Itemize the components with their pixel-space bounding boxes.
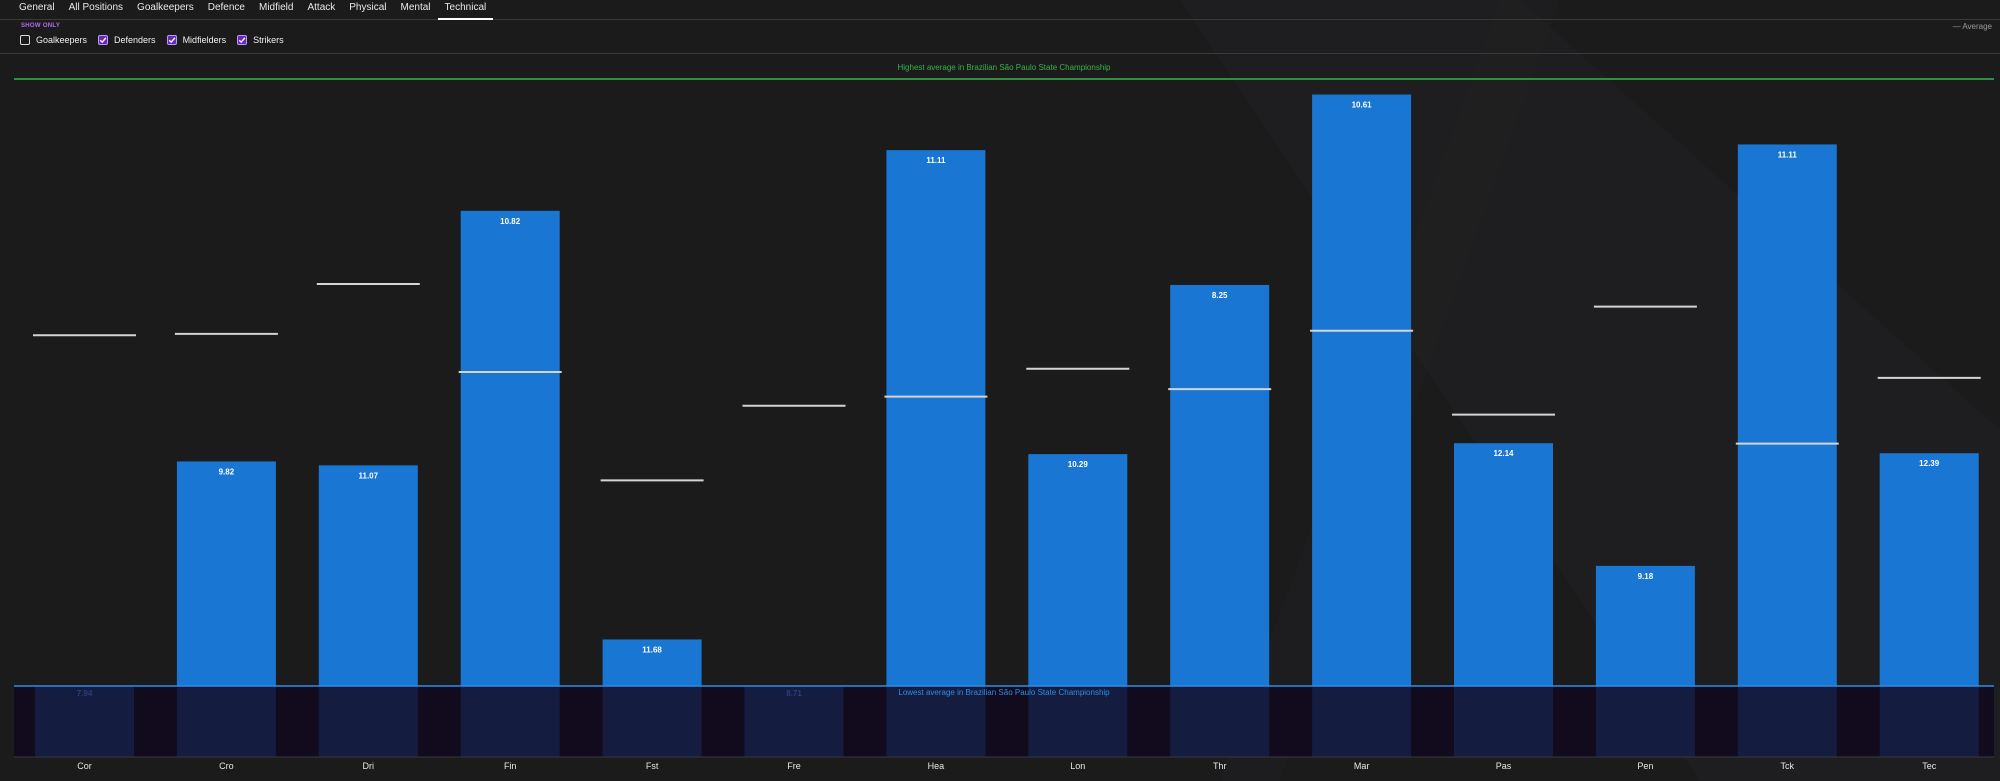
x-tick-label-cro: Cro	[219, 761, 234, 771]
bar-below-tec	[1879, 686, 1979, 757]
lowest-average-label: Lowest average in Brazilian São Paulo St…	[898, 688, 1110, 697]
highest-average-label: Highest average in Brazilian São Paulo S…	[897, 63, 1111, 72]
value-label-cor: 7.94	[77, 689, 93, 698]
x-tick-label-tec: Tec	[1922, 761, 1937, 771]
value-label-fin: 10.82	[500, 217, 521, 226]
value-label-pen: 9.18	[1638, 572, 1654, 581]
x-tick-label-fst: Fst	[646, 761, 659, 771]
bar-thr	[1170, 284, 1270, 686]
bar-fin	[460, 210, 560, 686]
value-label-thr: 8.25	[1212, 291, 1228, 300]
value-label-tec: 12.39	[1919, 459, 1940, 468]
bar-hea	[886, 150, 986, 687]
bar-below-tck	[1737, 686, 1837, 757]
bar-pas	[1454, 443, 1553, 686]
x-tick-label-pas: Pas	[1496, 761, 1512, 771]
bar-mar	[1312, 94, 1412, 687]
bar-below-pen	[1595, 686, 1695, 757]
x-tick-label-hea: Hea	[928, 761, 945, 771]
value-label-cro: 9.82	[219, 467, 235, 476]
value-label-mar: 10.61	[1352, 101, 1373, 110]
bar-below-pas	[1454, 686, 1553, 757]
bar-tec	[1879, 453, 1979, 686]
bar-below-dri	[318, 686, 418, 757]
x-tick-label-lon: Lon	[1070, 761, 1085, 771]
x-tick-label-dri: Dri	[363, 761, 375, 771]
x-tick-label-cor: Cor	[77, 761, 92, 771]
bar-below-mar	[1312, 686, 1412, 757]
value-label-hea: 11.11	[926, 156, 946, 165]
bar-below-fin	[460, 686, 560, 757]
x-tick-label-fin: Fin	[504, 761, 517, 771]
value-label-tck: 11.11	[1778, 150, 1798, 159]
value-label-fst: 11.68	[642, 645, 662, 654]
x-tick-label-tck: Tck	[1781, 761, 1795, 771]
bar-chart: 7.94 Cor 9.82 Cro 11.07 Dri 10.82 Fin 11.68 Fst 8.…	[14, 63, 1994, 771]
bar-below-fst	[602, 686, 702, 757]
value-label-pas: 12.14	[1493, 449, 1514, 458]
x-tick-label-thr: Thr	[1213, 761, 1227, 771]
bar-dri	[318, 465, 418, 686]
value-label-dri: 11.07	[359, 471, 379, 480]
bar-pen	[1595, 565, 1695, 686]
bar-below-thr	[1170, 686, 1270, 757]
x-tick-label-mar: Mar	[1354, 761, 1370, 771]
bar-below-cro	[176, 686, 276, 757]
bar-tck	[1737, 144, 1837, 687]
x-tick-label-fre: Fre	[787, 761, 801, 771]
value-label-fre: 8.71	[786, 689, 802, 698]
value-label-lon: 10.29	[1068, 460, 1089, 469]
bar-cro	[176, 461, 276, 686]
x-tick-label-pen: Pen	[1637, 761, 1653, 771]
bar-lon	[1028, 454, 1128, 686]
